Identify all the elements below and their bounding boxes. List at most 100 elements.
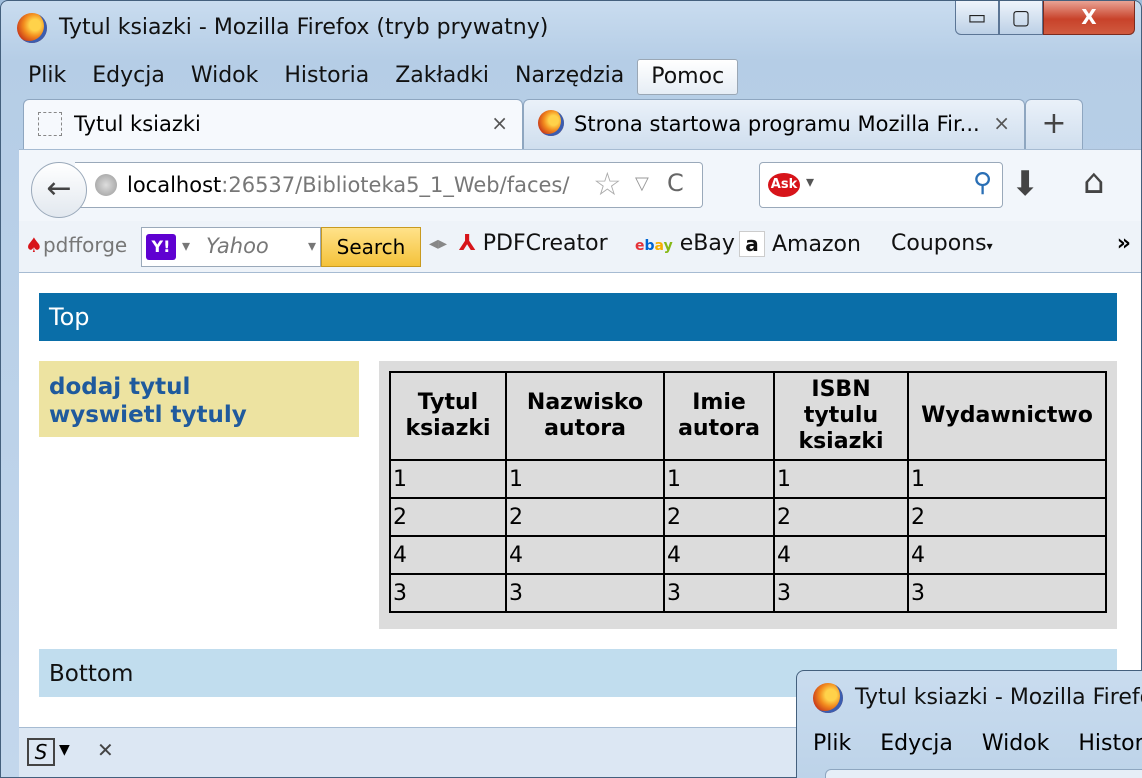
addon-bar-icon[interactable]: S [27,738,55,766]
bookmark-label: Coupons [891,231,987,256]
globe-icon [95,174,117,196]
bookmark-pdfcreator[interactable]: ⅄ PDFCreator [459,231,608,256]
reload-icon[interactable]: C [667,169,684,197]
bookmark-amazon[interactable]: a Amazon [739,231,861,257]
second-browser-window[interactable]: Tytul ksiazki - Mozilla Firefo Plik Edyc… [796,670,1142,778]
table-cell: 1 [663,459,775,499]
header-isbn: ISBN tytulu ksiazki [773,371,909,461]
url-host: localhost [127,173,222,197]
firefox-icon [813,683,843,713]
browser-window: Tytul ksiazki - Mozilla Firefox (tryb pr… [0,0,1142,778]
bookmark-label: PDFCreator [482,231,608,256]
page-content: Top dodaj tytul wyswietl tytuly Tytul ksi… [19,273,1141,727]
ebay-icon: ebay [635,238,673,254]
chevron-down-icon: ▾ [986,239,993,253]
url-bar[interactable]: localhost:26537/Biblioteka5_1_Web/faces/… [75,162,703,208]
search-box[interactable]: Ask ▾ ⚲ [759,162,1003,208]
firefox-icon [538,110,564,136]
menu-edycja[interactable]: Edycja [880,731,953,756]
top-bar: Top [39,293,1117,341]
tab-strona-startowa[interactable]: Strona startowa programu Mozilla Fir... … [523,99,1025,149]
table-cell: 2 [773,497,909,537]
close-icon[interactable]: ✕ [97,738,114,762]
header-nazwisko-autora: Nazwisko autora [505,371,665,461]
table-header-row: Tytul ksiazki Nazwisko autora Imie autora I… [389,371,1107,461]
dropdown-arrow-icon[interactable]: ▽ [635,173,649,194]
table-cell: 4 [773,535,909,575]
bookmark-label: eBay [679,231,735,256]
chevron-down-icon[interactable]: ▼ [59,742,70,758]
header-imie-autora: Imie autora [663,371,775,461]
menu-narzedzia[interactable]: Narzędzia [502,59,637,95]
home-icon[interactable]: ⌂ [1083,162,1105,202]
menu-widok[interactable]: Widok [982,731,1050,756]
page-icon [38,112,62,136]
tab-close-icon[interactable]: × [993,111,1010,135]
link-dodaj-tytul[interactable]: dodaj tytul [39,361,359,401]
table-cell: 2 [663,497,775,537]
left-nav: dodaj tytul wyswietl tytuly [39,361,359,437]
chevron-overflow-icon[interactable]: » [1117,231,1131,256]
menu-edycja[interactable]: Edycja [79,59,178,95]
table-cell: 3 [505,573,665,613]
table-row: 1 1 1 1 1 [389,459,1107,499]
header-wydawnictwo: Wydawnictwo [907,371,1107,461]
plus-icon: + [1041,106,1067,141]
header-tytul-ksiazki: Tytul ksiazki [389,371,507,461]
window-title: Tytul ksiazki - Mozilla Firefo [855,685,1142,710]
pdfforge-icon: ♠ [25,233,43,257]
back-arrow-icon: ← [46,171,72,206]
minimize-button[interactable]: ▭ [955,1,999,35]
tab-tytul-ksiazki[interactable]: Tytul ksiazki × [23,99,523,149]
maximize-button[interactable]: ▢ [999,1,1043,35]
new-tab-button[interactable]: + [1025,99,1083,149]
tab-close-icon[interactable]: × [491,111,508,135]
navigation-bar: localhost:26537/Biblioteka5_1_Web/faces/… [19,149,1141,221]
url-path: :26537/Biblioteka5_1_Web/faces/ [221,173,570,197]
menu-plik[interactable]: Plik [15,59,79,95]
menu-historia[interactable]: Historia [271,59,382,95]
bookmark-coupons[interactable]: Coupons▾ [891,231,993,256]
tab-label: Strona startowa programu Mozilla Fir... [574,112,980,136]
bookmark-ebay[interactable]: ebay eBay [635,231,735,256]
menu-historia[interactable]: Histori [1078,731,1142,756]
table-row: 4 4 4 4 4 [389,535,1107,575]
table-container: Tytul ksiazki Nazwisko autora Imie autora I… [379,361,1117,629]
menu-zakladki[interactable]: Zakładki [382,59,502,95]
table-cell: 1 [907,459,1107,499]
table-cell: 1 [773,459,909,499]
yahoo-search-input[interactable]: Y! ▾ Yahoo ▾ [141,227,321,267]
yahoo-placeholder: Yahoo [206,234,269,258]
table-cell: 3 [907,573,1107,613]
maximize-icon: ▢ [1011,5,1031,29]
table-cell: 4 [389,535,507,575]
chevron-down-icon[interactable]: ▾ [308,236,316,255]
menu-bar: Plik Edycja Widok Histori [813,731,1142,756]
download-icon[interactable]: ⬇ [1011,164,1040,204]
bookmarks-toolbar: ♠pdfforge Y! ▾ Yahoo ▾ Search ◂▸ ⅄ PDFCr… [19,221,1141,273]
table-row: 3 3 3 3 3 [389,573,1107,613]
yahoo-icon: Y! [146,234,176,260]
menu-pomoc[interactable]: Pomoc [637,59,739,95]
menu-widok[interactable]: Widok [178,59,272,95]
window-title: Tytul ksiazki - Mozilla Firefox (tryb pr… [59,15,549,40]
firefox-icon [17,13,47,43]
books-table: Tytul ksiazki Nazwisko autora Imie autora I… [389,371,1107,613]
toolbar-separator[interactable]: ◂▸ [429,233,447,254]
back-button[interactable]: ← [31,162,87,218]
bookmark-star-icon[interactable]: ☆ [593,165,622,203]
link-wyswietl-tytuly[interactable]: wyswietl tytuly [39,401,359,429]
pdfforge-logo[interactable]: ♠pdfforge [25,233,127,257]
table-cell: 4 [663,535,775,575]
table-cell: 4 [907,535,1107,575]
ask-icon: Ask [768,173,800,197]
amazon-icon: a [739,231,765,257]
yahoo-search-button[interactable]: Search [321,227,421,267]
search-icon[interactable]: ⚲ [973,168,992,198]
chevron-down-icon[interactable]: ▾ [182,236,190,255]
menu-plik[interactable]: Plik [813,731,851,756]
chevron-down-icon[interactable]: ▾ [806,172,814,191]
url-text[interactable]: localhost:26537/Biblioteka5_1_Web/faces/ [127,173,587,197]
close-window-button[interactable]: X [1043,1,1135,35]
table-cell: 2 [505,497,665,537]
